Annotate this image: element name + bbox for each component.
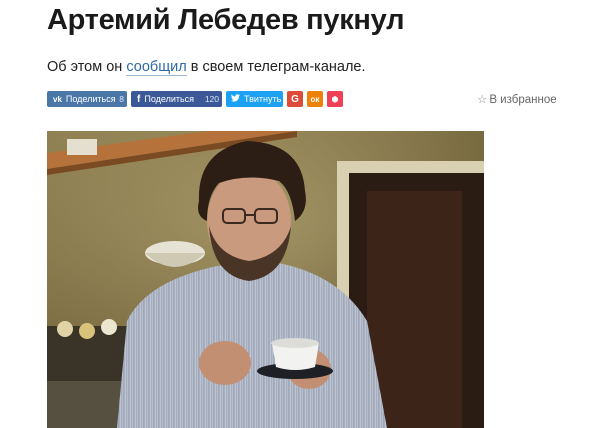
add-to-favorites-button[interactable]: ☆ В избранное xyxy=(477,92,557,106)
vk-share-count: 8 xyxy=(119,94,124,104)
odnoklassniki-share-button[interactable]: ок xyxy=(307,91,323,107)
twitter-share-button[interactable]: Твитнуть xyxy=(226,91,283,107)
pocket-icon: ⬢ xyxy=(331,94,339,104)
favorites-label: В избранное xyxy=(489,94,557,106)
google-plus-icon: G xyxy=(291,93,299,105)
facebook-share-button[interactable]: f Поделиться 120 xyxy=(131,91,222,107)
lead-text-after: в своем телеграм-канале. xyxy=(186,59,366,75)
vk-share-button[interactable]: vk Поделиться 8 xyxy=(47,91,127,107)
share-bar: vk Поделиться 8 f Поделиться 120 Твитнут… xyxy=(47,91,347,107)
twitter-bird-icon xyxy=(231,94,240,104)
facebook-share-label: Поделиться xyxy=(144,94,195,104)
google-plus-share-button[interactable]: G xyxy=(287,91,303,107)
pocket-share-button[interactable]: ⬢ xyxy=(327,91,343,107)
star-icon: ☆ xyxy=(477,94,488,106)
odnoklassniki-icon: ок xyxy=(310,94,320,104)
source-link[interactable]: сообщил xyxy=(126,59,187,76)
article-title: Артемий Лебедев пукнул xyxy=(47,4,405,36)
facebook-share-count: 120 xyxy=(204,94,219,104)
facebook-icon: f xyxy=(137,93,141,105)
vk-share-label: Поделиться xyxy=(65,94,116,104)
article-lead: Об этом он сообщил в своем телеграм-кана… xyxy=(47,59,366,76)
lead-text-before: Об этом он xyxy=(47,59,127,75)
article-photo xyxy=(47,131,484,428)
vk-icon: vk xyxy=(53,94,62,104)
twitter-share-label: Твитнуть xyxy=(244,94,282,104)
